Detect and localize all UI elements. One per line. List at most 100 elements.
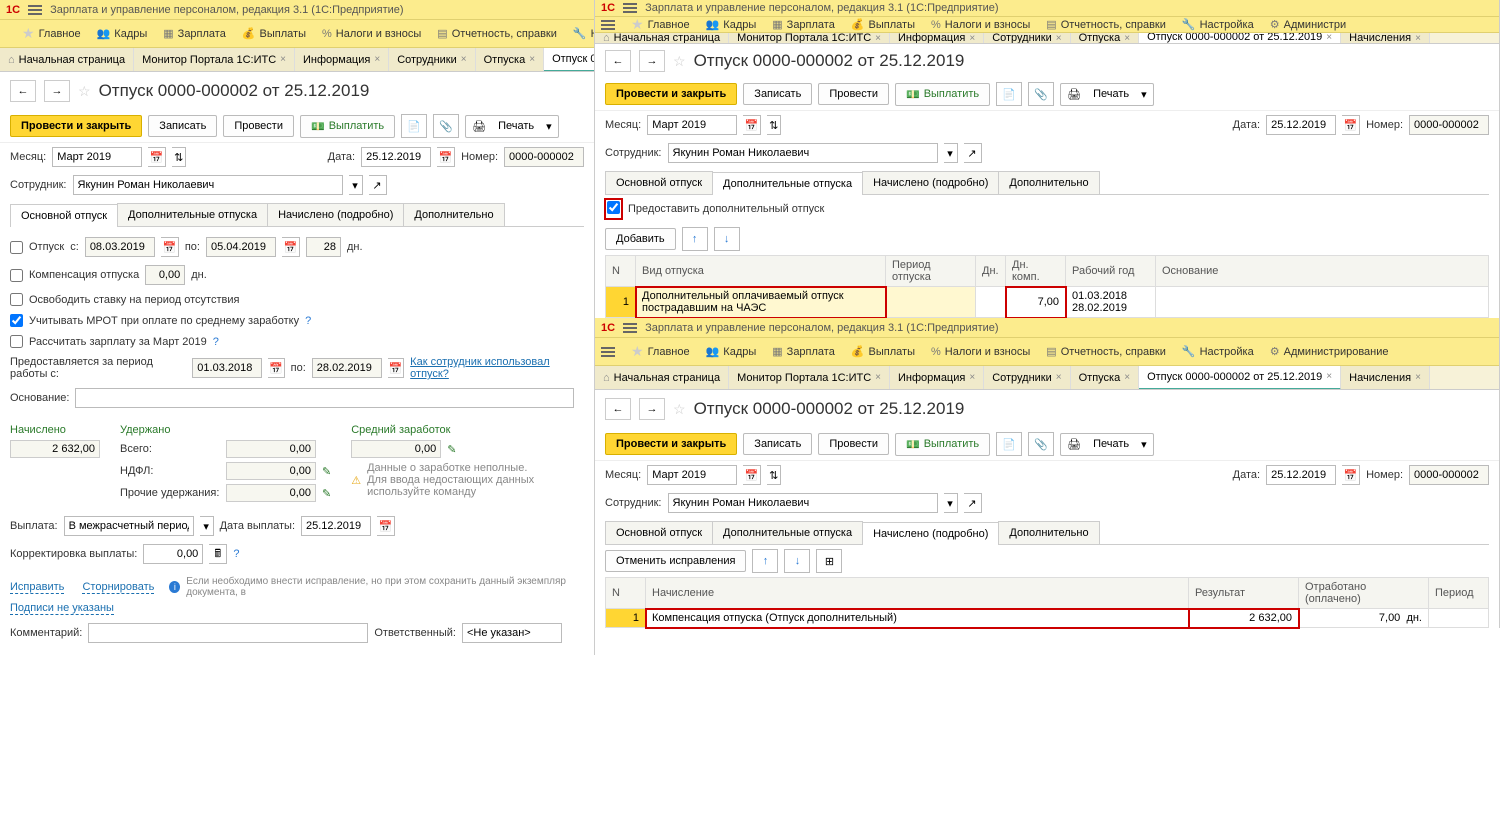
open-icon[interactable]: ↗ — [369, 175, 387, 195]
inp-komp[interactable] — [145, 265, 185, 285]
btn-zapisat[interactable]: Записать — [148, 115, 217, 137]
menu-nastroyka[interactable]: 🔧Настройка — [1182, 18, 1254, 31]
tab-otp[interactable]: Отпуска× — [1071, 33, 1139, 44]
subtab-nach[interactable]: Начислено (подробно) — [267, 203, 404, 226]
chevron-down-icon[interactable]: ▾ — [944, 493, 958, 513]
menu-vyplaty[interactable]: 💰Выплаты — [851, 18, 915, 31]
subtab-nach[interactable]: Начислено (подробно) — [862, 171, 999, 194]
nav-back[interactable]: ← — [10, 80, 36, 102]
menu-kadry[interactable]: 👥Кадры — [706, 345, 757, 358]
inp-mesyac[interactable] — [647, 115, 737, 135]
close-icon[interactable]: × — [969, 33, 975, 43]
nav-fwd[interactable]: → — [639, 50, 665, 72]
close-icon[interactable]: × — [1124, 33, 1130, 43]
close-icon[interactable]: × — [1326, 371, 1332, 382]
menu-main[interactable]: ★Главное — [22, 25, 81, 42]
fav-icon[interactable]: ☆ — [673, 401, 686, 418]
btn-vyplatit[interactable]: 💵Выплатить — [895, 83, 990, 106]
btn-print[interactable]: 🖨Печать▾ — [465, 115, 559, 138]
nav-back[interactable]: ← — [605, 398, 631, 420]
inp-sotr[interactable] — [73, 175, 343, 195]
chevron-down-icon[interactable]: ▾ — [349, 175, 363, 195]
tab-portal[interactable]: Монитор Портала 1С:ИТС× — [729, 366, 890, 390]
pencil-icon[interactable]: ✎ — [322, 487, 331, 500]
link-how-used[interactable]: Как сотрудник использовал отпуск? — [410, 356, 574, 380]
inp-data[interactable] — [1266, 115, 1336, 135]
close-icon[interactable]: × — [1124, 372, 1130, 383]
btn-provesti[interactable]: Провести — [223, 115, 294, 137]
chk-mrot[interactable] — [10, 314, 23, 327]
chk-rasch[interactable] — [10, 335, 23, 348]
calendar-icon[interactable]: 📅 — [437, 147, 455, 167]
menu-vyplaty[interactable]: 💰Выплаты — [851, 345, 915, 358]
close-icon[interactable]: × — [1415, 33, 1421, 43]
tab-otp[interactable]: Отпуска× — [476, 48, 544, 72]
calendar-icon[interactable]: 📅 — [282, 237, 300, 257]
chk-komp[interactable] — [10, 269, 23, 282]
tab-nach[interactable]: Начисления× — [1341, 33, 1430, 44]
calc-icon[interactable]: 🖩 — [209, 544, 227, 564]
link-storno[interactable]: Сторнировать — [82, 581, 154, 594]
inp-sotr[interactable] — [668, 143, 938, 163]
menu-kadry[interactable]: 👥Кадры — [97, 27, 148, 40]
tab-portal[interactable]: Монитор Портала 1С:ИТС× — [729, 33, 890, 44]
tab-info[interactable]: Информация× — [890, 366, 984, 390]
btn-provesti[interactable]: Провести — [818, 433, 889, 455]
menu-nalogi[interactable]: %Налоги и взносы — [931, 19, 1030, 31]
btn-provesti-zakryt[interactable]: Провести и закрыть — [10, 115, 142, 137]
tab-doc[interactable]: Отпуск 0000-000002 от 25.12.2019× — [544, 48, 594, 72]
spinner-icon[interactable]: ⇅ — [767, 115, 781, 135]
inp-komm[interactable] — [88, 623, 368, 643]
menu-main[interactable]: ★Главное — [631, 17, 690, 33]
chk-osvob[interactable] — [10, 293, 23, 306]
tab-home[interactable]: ⌂Начальная страница — [0, 48, 134, 72]
menu-nastroyka[interactable]: 🔧Настройка — [1182, 345, 1254, 358]
subtab-dopoln[interactable]: Дополнительно — [998, 521, 1099, 544]
subtab-osn[interactable]: Основной отпуск — [605, 171, 713, 194]
close-icon[interactable]: × — [374, 54, 380, 65]
calendar-icon[interactable]: 📅 — [743, 115, 761, 135]
subtab-dop[interactable]: Дополнительные отпуска — [117, 203, 268, 226]
help-icon[interactable]: ? — [305, 315, 311, 327]
close-icon[interactable]: × — [1415, 372, 1421, 383]
nav-fwd[interactable]: → — [44, 80, 70, 102]
inp-data[interactable] — [361, 147, 431, 167]
subtab-osn[interactable]: Основной отпуск — [605, 521, 713, 544]
menu-nalogi[interactable]: %Налоги и взносы — [322, 28, 421, 40]
close-icon[interactable]: × — [461, 54, 467, 65]
tab-portal[interactable]: Монитор Портала 1С:ИТС× — [134, 48, 295, 72]
close-icon[interactable]: × — [875, 33, 881, 43]
inp-vyplata[interactable] — [64, 516, 194, 536]
inp-mesyac[interactable] — [52, 147, 142, 167]
btn-provesti[interactable]: Провести — [818, 83, 889, 105]
tab-sotr[interactable]: Сотрудники× — [984, 33, 1070, 44]
inp-d1[interactable] — [85, 237, 155, 257]
chevron-down-icon[interactable]: ▾ — [944, 143, 958, 163]
pencil-icon[interactable]: ✎ — [447, 443, 456, 456]
menu-nalogi[interactable]: %Налоги и взносы — [931, 346, 1030, 358]
tab-nach[interactable]: Начисления× — [1341, 366, 1430, 390]
calendar-icon[interactable]: 📅 — [161, 237, 179, 257]
inp-osnov[interactable] — [75, 388, 574, 408]
subtab-nach[interactable]: Начислено (подробно) — [862, 522, 999, 545]
btn-dobavit[interactable]: Добавить — [605, 228, 676, 250]
hamburger-icon[interactable] — [623, 3, 637, 13]
inp-pd1[interactable] — [192, 358, 262, 378]
btn-move-up[interactable]: ↑ — [682, 227, 708, 251]
nav-back[interactable]: ← — [605, 50, 631, 72]
btn-attach[interactable]: 📎 — [433, 114, 459, 138]
tab-home[interactable]: ⌂Начальная страница — [595, 366, 729, 390]
btn-move-up[interactable]: ↑ — [752, 549, 778, 573]
close-icon[interactable]: × — [1326, 33, 1332, 42]
chk-otpusk[interactable] — [10, 241, 23, 254]
inp-korr[interactable] — [143, 544, 203, 564]
menu-icon[interactable] — [601, 347, 615, 357]
calendar-icon[interactable]: 📅 — [388, 358, 404, 378]
help-icon[interactable]: ? — [233, 548, 239, 560]
help-icon[interactable]: ? — [213, 336, 219, 348]
inp-mesyac[interactable] — [647, 465, 737, 485]
tab-info[interactable]: Информация× — [295, 48, 389, 72]
subtab-dopoln[interactable]: Дополнительно — [998, 171, 1099, 194]
btn-create-based[interactable]: 📄 — [996, 432, 1022, 456]
subtab-dop[interactable]: Дополнительные отпуска — [712, 172, 863, 195]
